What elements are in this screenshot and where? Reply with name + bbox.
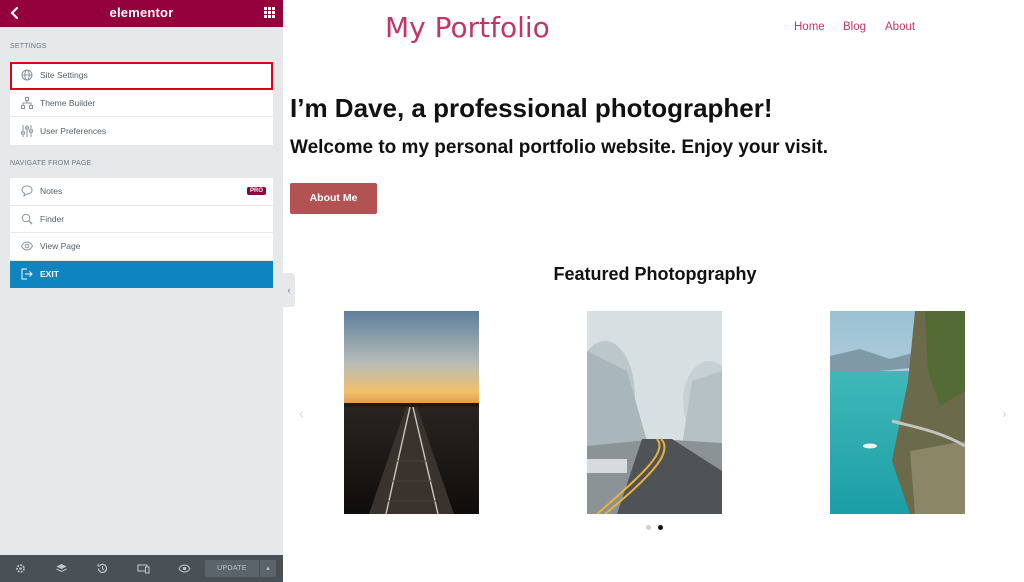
photo-railway-sunset[interactable] — [344, 311, 479, 514]
search-icon — [20, 212, 34, 226]
menu-item-label: EXIT — [40, 269, 59, 280]
carousel-prev-arrow-icon[interactable]: ‹ — [299, 405, 304, 421]
menu-item-finder[interactable]: Finder — [10, 206, 273, 233]
menu-item-site-settings[interactable]: Site Settings — [10, 62, 273, 90]
pro-badge: PRO — [246, 187, 266, 195]
menu-item-label: View Page — [40, 241, 81, 252]
exit-icon — [20, 267, 34, 281]
site-title[interactable]: My Portfolio — [385, 11, 550, 44]
panel-title: elementor — [109, 5, 174, 20]
menu-item-theme-builder[interactable]: Theme Builder — [10, 90, 273, 117]
hero-heading: I’m Dave, a professional photographer! — [290, 93, 773, 123]
carousel-dot-1[interactable] — [646, 525, 651, 530]
editor-panel: elementor SETTINGS Site Settings Theme B… — [0, 0, 283, 582]
settings-icon[interactable] — [14, 562, 27, 575]
update-options-caret-icon[interactable]: ▴ — [260, 560, 276, 577]
about-me-button[interactable]: About Me — [290, 183, 377, 214]
panel-header: elementor — [0, 0, 283, 27]
menu-item-user-preferences[interactable]: User Preferences — [10, 117, 273, 145]
nav-link-about[interactable]: About — [885, 21, 915, 33]
nav-link-blog[interactable]: Blog — [843, 21, 866, 33]
widgets-grid-icon[interactable] — [264, 7, 275, 18]
menu-item-notes[interactable]: Notes PRO — [10, 178, 273, 206]
menu-item-label: Site Settings — [40, 70, 88, 81]
update-button[interactable]: UPDATE — [205, 560, 259, 577]
navigate-menu: Notes PRO Finder View Page EXIT — [10, 178, 273, 288]
sitemap-icon — [20, 96, 34, 110]
navigate-section-label: NAVIGATE FROM PAGE — [10, 160, 92, 167]
photo-coastal-cliff[interactable] — [830, 311, 965, 514]
preview-icon[interactable] — [178, 562, 191, 575]
responsive-icon[interactable] — [137, 562, 150, 575]
featured-heading: Featured Photopgraphy — [553, 264, 757, 284]
menu-item-label: Notes — [40, 186, 63, 197]
globe-icon — [20, 68, 34, 82]
carousel-dot-2-active[interactable] — [658, 525, 663, 530]
menu-item-label: Finder — [40, 213, 65, 224]
eye-icon — [20, 239, 34, 253]
exit-button[interactable]: EXIT — [10, 260, 273, 288]
menu-item-label: User Preferences — [40, 125, 107, 136]
photo-frosty-road[interactable] — [587, 311, 722, 514]
history-icon[interactable] — [96, 562, 109, 575]
hero-subheading: Welcome to my personal portfolio website… — [290, 137, 829, 158]
settings-section-label: SETTINGS — [10, 43, 47, 50]
settings-menu: Site Settings Theme Builder User Prefere… — [10, 62, 273, 145]
panel-footer: UPDATE ▴ — [0, 555, 283, 582]
carousel-next-arrow-icon[interactable]: › — [1002, 405, 1007, 421]
layers-icon[interactable] — [55, 562, 68, 575]
sliders-icon — [20, 124, 34, 138]
nav-link-home[interactable]: Home — [794, 21, 825, 33]
menu-item-view-page[interactable]: View Page — [10, 233, 273, 261]
menu-item-label: Theme Builder — [40, 97, 96, 108]
comment-icon — [20, 184, 34, 198]
